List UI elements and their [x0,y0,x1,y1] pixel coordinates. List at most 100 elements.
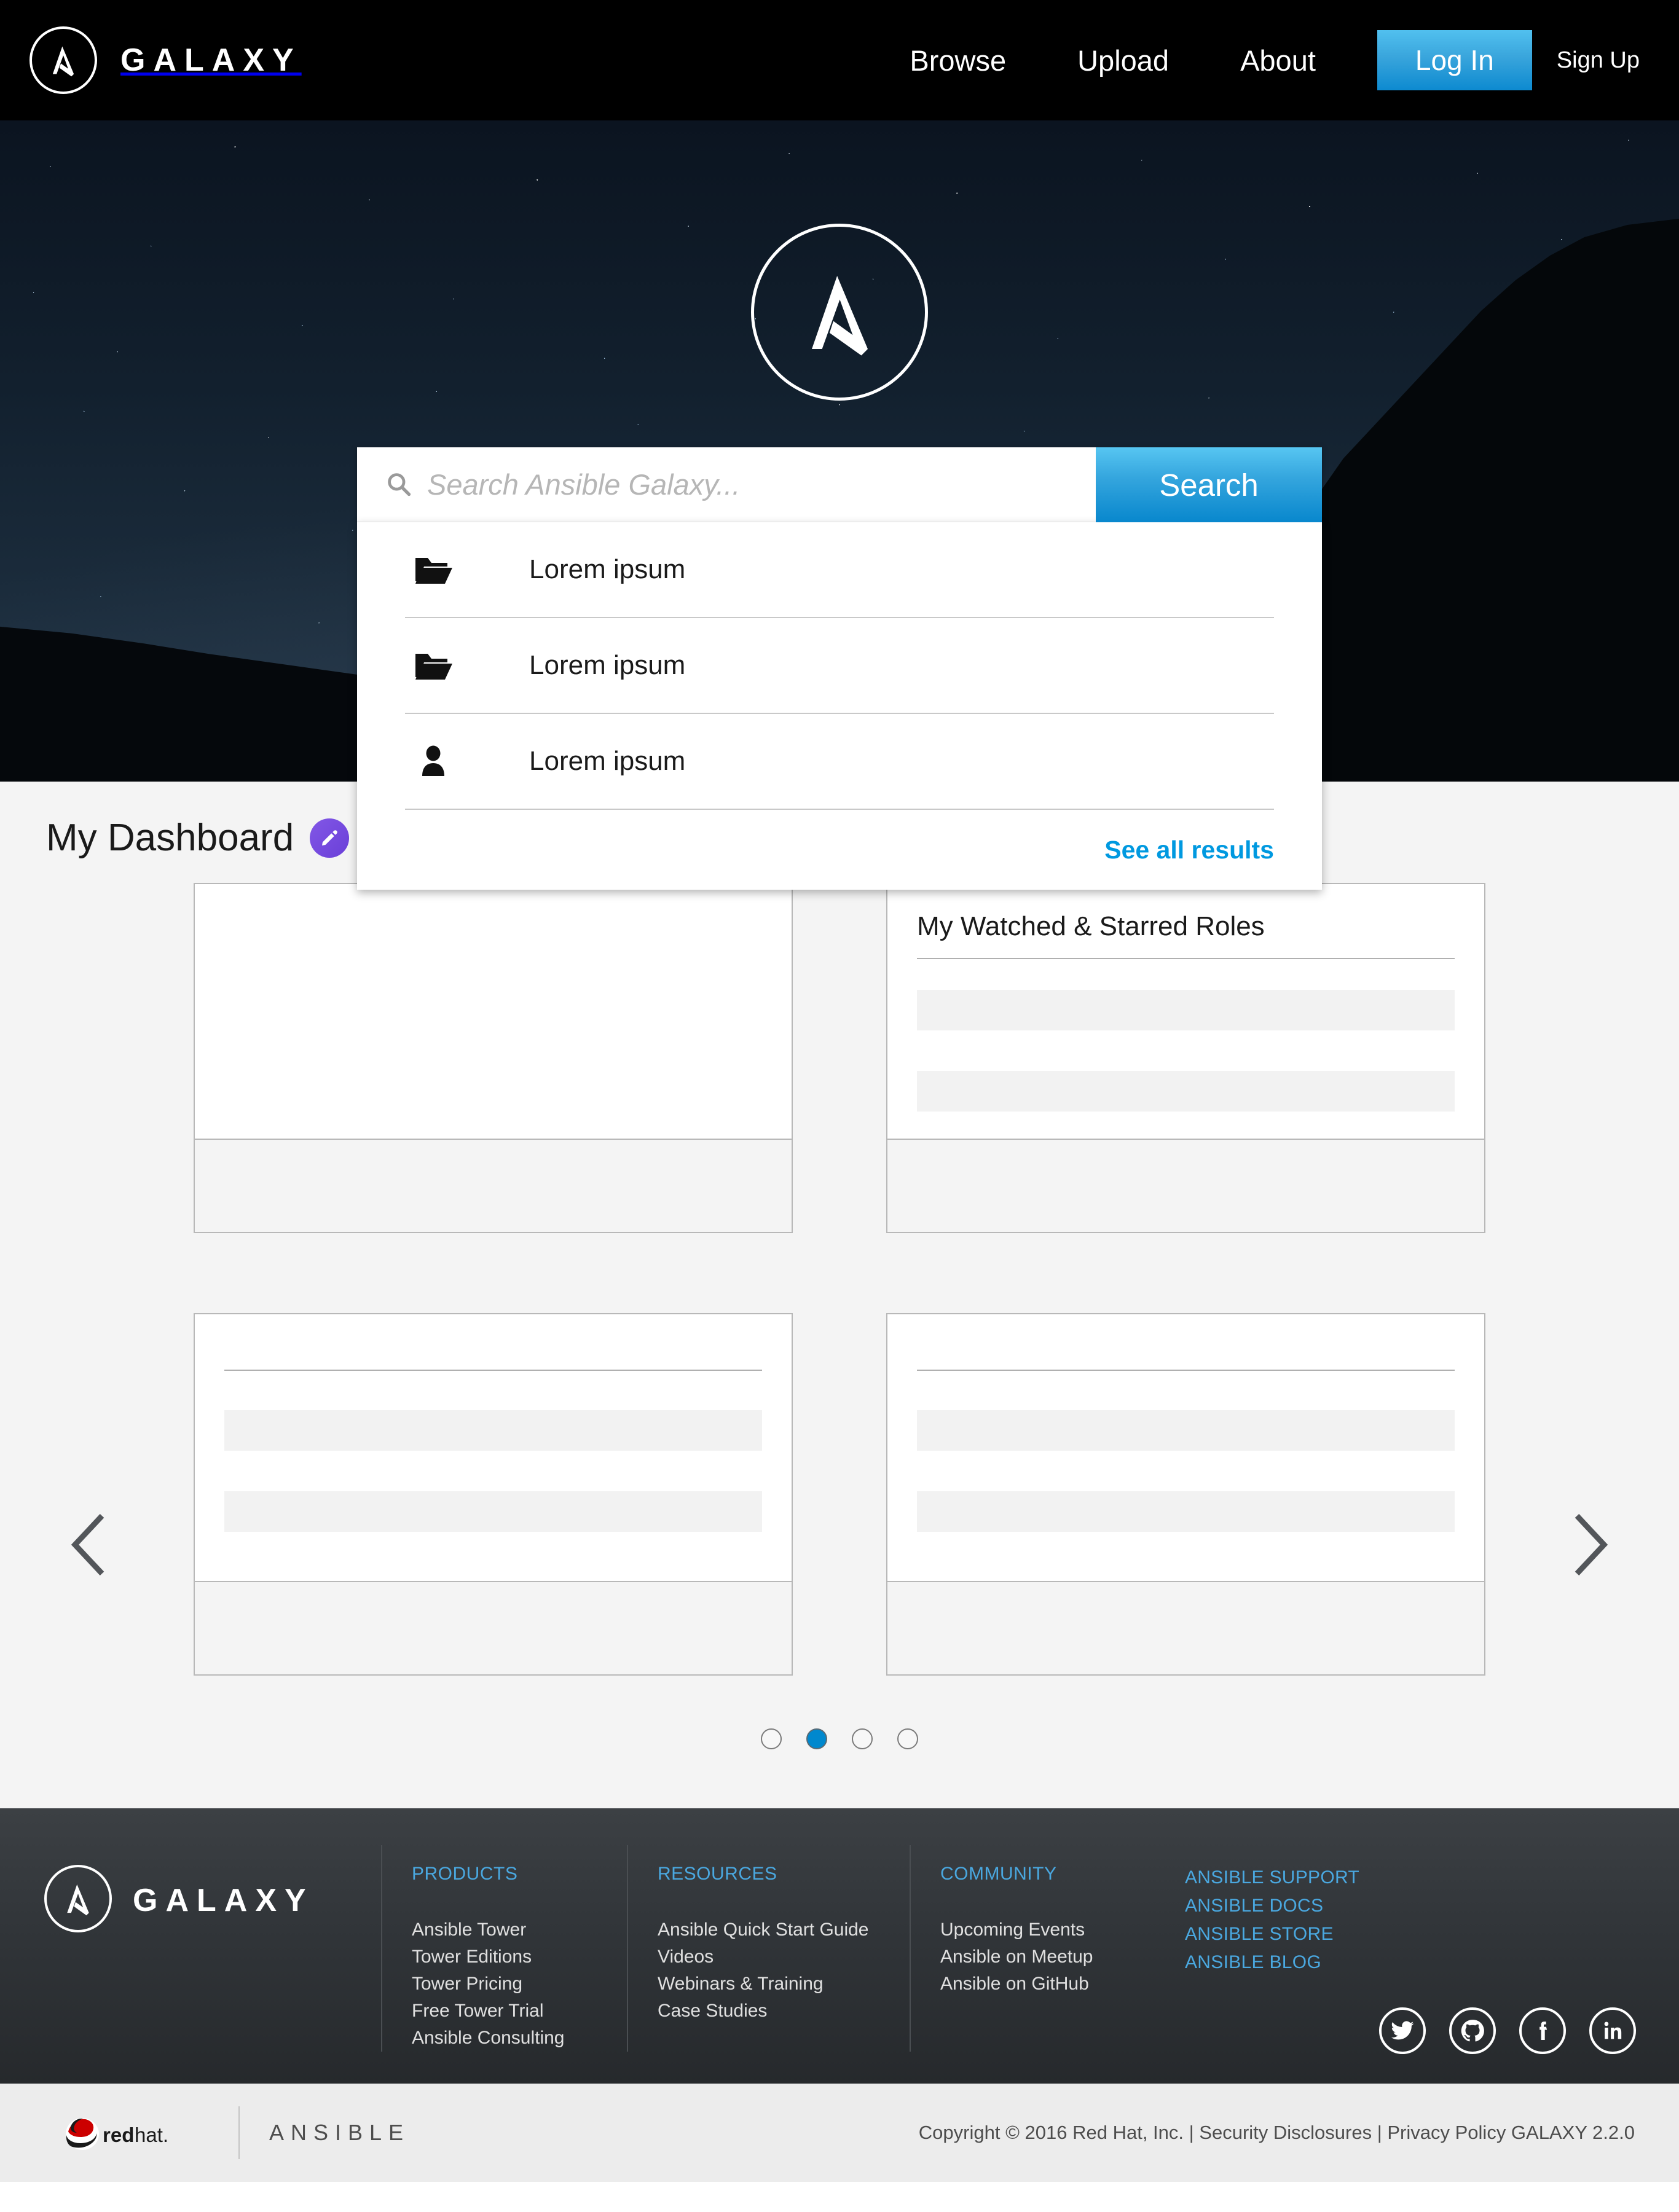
ansible-wordmark: ANSIBLE [269,2120,411,2146]
dashboard-card[interactable] [194,883,793,1233]
placeholder-bar [917,1071,1455,1112]
folder-open-icon [405,650,462,681]
footer-link[interactable]: Upcoming Events [940,1916,1155,1943]
carousel-dot[interactable] [852,1728,873,1749]
twitter-icon [1390,2018,1415,2043]
search-result-label: Lorem ipsum [529,554,686,584]
social-links [1379,2007,1636,2055]
dashboard-card-footer [195,1139,792,1232]
dashboard-card[interactable] [886,1313,1485,1676]
footer-link[interactable]: Webinars & Training [658,1971,910,1998]
carousel-dot[interactable] [897,1728,918,1749]
see-all-results-link[interactable]: See all results [1104,836,1274,865]
dashboard-card-footer [887,1139,1484,1232]
see-all-results-row: See all results [405,810,1274,890]
copyright-text: Copyright © 2016 Red Hat, Inc. | Securit… [918,2122,1635,2144]
footer-column-title: COMMUNITY [940,1864,1057,1884]
dashboard-card-title: My Watched & Starred Roles [917,911,1265,941]
footer-brand[interactable]: GALAXY [0,1845,381,2052]
github-icon [1460,2018,1485,2043]
footer-link[interactable]: Case Studies [658,1998,910,2025]
carousel-next-button[interactable] [1568,1511,1611,1579]
nav-item-about[interactable]: About [1205,44,1351,77]
title-divider [917,1370,1455,1371]
dashboard-card-footer [887,1581,1484,1674]
search-panel: Search Lorem ipsum Lorem ipsum [357,447,1322,890]
svg-text:red: red [103,2124,134,2146]
footer-column-products: PRODUCTS Ansible Tower Tower Editions To… [381,1845,627,2052]
carousel-prev-button[interactable] [68,1511,111,1579]
footer-link[interactable]: Tower Editions [412,1943,627,1971]
search-bar: Search [357,447,1322,522]
dashboard-card[interactable] [194,1313,793,1676]
title-divider [917,958,1455,959]
search-result-item[interactable]: Lorem ipsum [405,618,1274,714]
github-link[interactable] [1449,2007,1496,2055]
nav-item-browse[interactable]: Browse [874,44,1042,77]
top-navbar: GALAXY Browse Upload About Log In Sign U… [0,0,1679,120]
search-input[interactable] [427,467,1096,501]
carousel-dot-active[interactable] [806,1728,827,1749]
placeholder-bar [917,1410,1455,1451]
carousel-dot[interactable] [761,1728,782,1749]
footer-link-ansible-docs[interactable]: ANSIBLE DOCS [1185,1892,1444,1920]
search-result-item[interactable]: Lorem ipsum [405,714,1274,810]
footer-link[interactable]: Ansible Quick Start Guide [658,1916,910,1943]
footer-column-community: COMMUNITY Upcoming Events Ansible on Mee… [910,1845,1155,2052]
chevron-right-icon [1568,1511,1611,1579]
login-button[interactable]: Log In [1377,30,1532,90]
bottom-bar: red hat. ANSIBLE Copyright © 2016 Red Ha… [0,2084,1679,2183]
dashboard-card-watched-starred-roles[interactable]: My Watched & Starred Roles [886,883,1485,1233]
footer-link-ansible-support[interactable]: ANSIBLE SUPPORT [1185,1864,1444,1892]
brand-name: GALAXY [120,42,302,78]
search-result-label: Lorem ipsum [529,746,686,776]
search-icon [385,471,412,498]
title-divider [224,1370,762,1371]
ansible-a-logo-icon [29,26,97,94]
footer-column-title: PRODUCTS [412,1864,518,1884]
placeholder-bar [224,1410,762,1451]
dashboard-card-footer [195,1581,792,1674]
brand-logo-link[interactable]: GALAXY [29,26,302,94]
dashboard-card-body [195,1314,792,1581]
ansible-a-logo-icon [44,1865,112,1932]
dashboard-card-body: My Watched & Starred Roles [887,884,1484,1139]
linkedin-icon [1600,2018,1625,2043]
svg-text:hat.: hat. [135,2124,168,2146]
footer-link-ansible-store[interactable]: ANSIBLE STORE [1185,1920,1444,1948]
folder-open-icon [405,554,462,585]
footer-link[interactable]: Ansible Tower [412,1916,627,1943]
dashboard-section: My Dashboard My Watched & Starred Roles [0,782,1679,1808]
signup-link[interactable]: Sign Up [1542,47,1654,74]
nav-item-upload[interactable]: Upload [1042,44,1205,77]
footer-column-resources: RESOURCES Ansible Quick Start Guide Vide… [627,1845,910,2052]
placeholder-bar [917,990,1455,1030]
user-icon [405,745,462,777]
footer-link[interactable]: Ansible on Meetup [940,1943,1155,1971]
dashboard-carousel: My Watched & Starred Roles [0,860,1679,1784]
footer-link-ansible-blog[interactable]: ANSIBLE BLOG [1185,1948,1444,1977]
redhat-logo: red hat. [44,2113,209,2152]
footer-link[interactable]: Ansible Consulting [412,2025,627,2052]
footer-link[interactable]: Videos [658,1943,910,1971]
facebook-link[interactable] [1519,2007,1566,2055]
search-button[interactable]: Search [1096,447,1322,522]
footer-link[interactable]: Ansible on GitHub [940,1971,1155,1998]
search-result-item[interactable]: Lorem ipsum [405,522,1274,618]
linkedin-link[interactable] [1589,2007,1636,2055]
chevron-left-icon [68,1511,111,1579]
footer-link[interactable]: Tower Pricing [412,1971,627,1998]
search-field [357,447,1096,522]
footer-brand-name: GALAXY [133,1883,314,1918]
dashboard-card-body [887,1314,1484,1581]
site-footer: GALAXY PRODUCTS Ansible Tower Tower Edit… [0,1808,1679,2084]
nav-right-group: Browse Upload About Log In Sign Up [874,30,1679,90]
placeholder-bar [224,1491,762,1532]
twitter-link[interactable] [1379,2007,1426,2055]
footer-link[interactable]: Free Tower Trial [412,1998,627,2025]
dashboard-cards-grid: My Watched & Starred Roles [194,883,1485,1676]
pencil-icon [320,829,339,847]
edit-dashboard-button[interactable] [310,818,350,858]
facebook-icon [1530,2018,1555,2043]
hero-ansible-a-logo-icon [751,224,928,401]
